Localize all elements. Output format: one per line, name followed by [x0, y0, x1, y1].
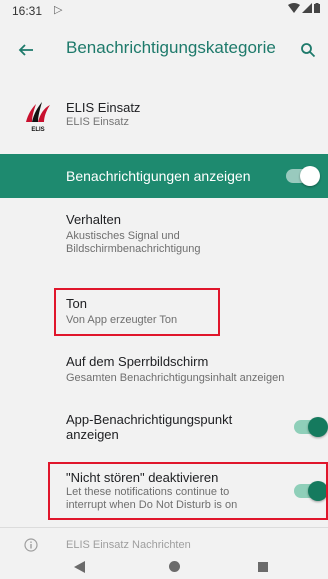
info-icon	[24, 538, 38, 552]
lockscreen-subtitle: Gesamten Benachrichtigungsinhalt anzeige…	[66, 372, 285, 384]
status-time: 16:31	[12, 4, 43, 18]
notification-dot-toggle[interactable]	[294, 417, 328, 437]
search-button[interactable]	[294, 36, 322, 64]
lockscreen-setting[interactable]: Auf dem Sperrbildschirm Gesamten Benachr…	[0, 346, 328, 394]
behavior-setting[interactable]: Verhalten Akustisches Signal und Bildsch…	[0, 206, 328, 258]
nav-home-icon[interactable]	[169, 561, 180, 572]
battery-icon	[314, 3, 320, 13]
show-notifications-label: Benachrichtigungen anzeigen	[66, 168, 251, 184]
behavior-subtitle: Akustisches Signal und Bildschirmbenachr…	[66, 230, 201, 255]
notification-dot-title: App-Benachrichtigungspunkt anzeigen	[66, 412, 233, 442]
divider	[0, 527, 328, 528]
sound-highlight-box	[54, 288, 220, 336]
show-notifications-toggle[interactable]	[286, 166, 320, 186]
arrow-left-icon	[18, 44, 33, 56]
app-name: ELIS Einsatz	[66, 100, 141, 115]
status-icons	[288, 3, 320, 13]
svg-text:ELIS: ELIS	[31, 127, 44, 133]
app-bar: Benachrichtigungskategorie	[0, 22, 328, 78]
search-icon	[301, 43, 316, 58]
behavior-title: Verhalten	[66, 212, 121, 227]
elis-logo-icon: ELIS	[26, 102, 50, 133]
signal-icon	[302, 3, 312, 13]
nav-recents-icon[interactable]	[258, 562, 268, 572]
nav-back-icon[interactable]	[74, 561, 85, 573]
app-subtitle: ELIS Einsatz	[66, 116, 129, 128]
toggle-knob	[300, 166, 320, 186]
app-header: ELIS ELIS Einsatz ELIS Einsatz	[0, 92, 328, 146]
toggle-knob	[308, 417, 328, 437]
status-bar: 16:31 ▷	[0, 0, 328, 22]
dnd-highlight-box	[48, 462, 328, 520]
show-notifications-row[interactable]: Benachrichtigungen anzeigen	[0, 154, 328, 198]
nav-bar	[0, 556, 328, 579]
cast-icon: ▷	[54, 4, 63, 16]
channel-info-text: ELIS Einsatz Nachrichten	[66, 539, 191, 551]
back-button[interactable]	[12, 36, 40, 64]
notification-dot-setting[interactable]: App-Benachrichtigungspunkt anzeigen	[0, 404, 328, 452]
lockscreen-title: Auf dem Sperrbildschirm	[66, 354, 209, 369]
wifi-icon	[288, 3, 300, 13]
page-title: Benachrichtigungskategorie	[66, 38, 276, 57]
